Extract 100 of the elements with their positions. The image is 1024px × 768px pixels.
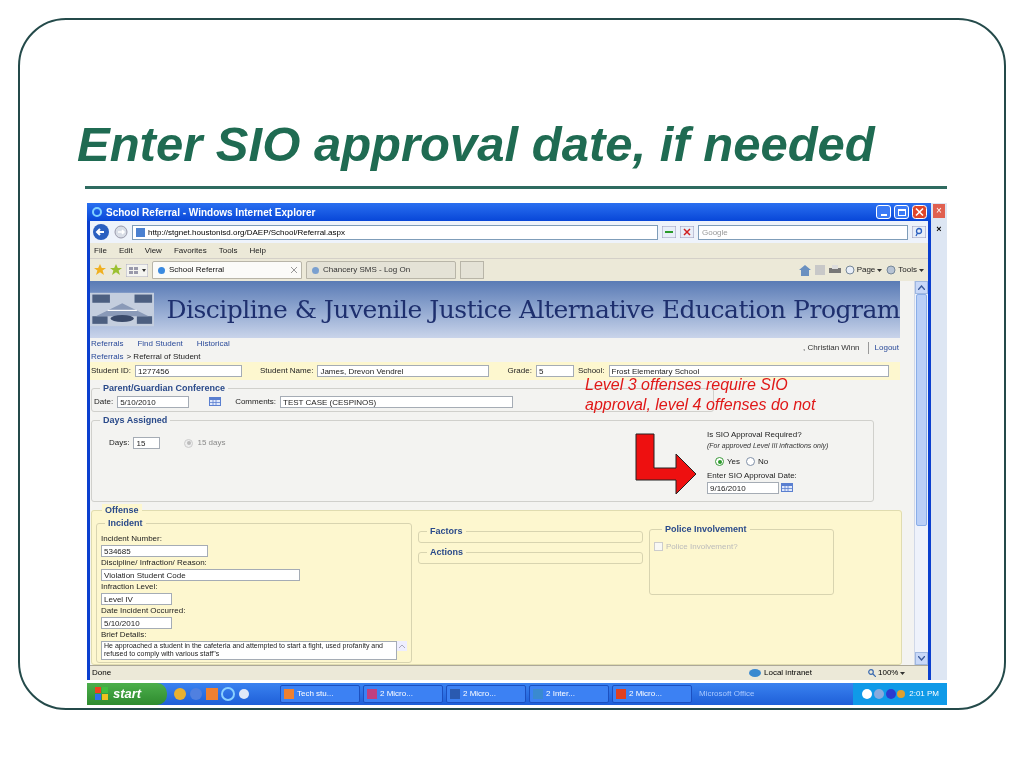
section-legend: Police Involvement <box>662 523 750 537</box>
browser-icon <box>91 206 103 218</box>
taskbar-button[interactable]: 2 Inter... <box>529 685 609 703</box>
section-legend: Actions <box>427 546 466 560</box>
toolbar-label: Microsoft Office <box>699 688 755 700</box>
input-field[interactable]: 534685 <box>101 544 208 557</box>
breadcrumb-current: > Referral of Student <box>126 351 201 363</box>
radio-button[interactable] <box>746 457 756 466</box>
calendar-icon[interactable] <box>781 483 793 492</box>
field-label: Discipline/ Infraction/ Reason: <box>101 556 208 569</box>
logout-link[interactable]: Logout <box>867 342 899 354</box>
windows-logo-icon <box>95 687 109 701</box>
input-field[interactable]: Violation Student Code <box>101 568 300 581</box>
field-label: School: <box>577 365 605 377</box>
banner-title: Discipline & Juvenile Justice Alternative Education Program <box>166 293 900 326</box>
input-field[interactable]: 1277456 <box>135 365 243 377</box>
close-button[interactable]: × <box>936 224 942 234</box>
radio-label: Yes <box>727 455 741 468</box>
field-label: Student Name: <box>260 365 314 377</box>
field-label: Incident Number: <box>101 532 163 545</box>
maximize-button[interactable] <box>894 205 909 219</box>
field-label: Grade: <box>507 365 532 377</box>
status-text: Done <box>91 667 113 679</box>
window-title: School Referral - Windows Internet Explorer <box>106 205 317 220</box>
command-button[interactable]: Tools <box>886 264 924 276</box>
browser-tab[interactable]: Chancery SMS - Log On <box>306 261 456 279</box>
field-label: Brief Details: <box>101 628 148 641</box>
scrollbar[interactable] <box>914 281 928 665</box>
field-label: Enter SIO Approval Date: <box>707 469 798 482</box>
scroll-down-icon[interactable] <box>918 656 925 661</box>
stop-icon[interactable] <box>680 226 694 238</box>
menu-item[interactable]: Help <box>249 244 266 257</box>
browser-tab[interactable]: School Referral <box>152 261 302 279</box>
arrow-icon <box>635 433 697 494</box>
back-icon[interactable] <box>92 223 110 241</box>
field-label: Student ID: <box>91 365 132 377</box>
taskbar-button[interactable]: 2 Micro... <box>612 685 692 703</box>
address-bar[interactable]: http://stgnet.houstonisd.org/DAEP/School/Referral.aspx <box>132 224 658 240</box>
command-button[interactable]: Page <box>844 264 883 276</box>
menu-item[interactable]: Edit <box>118 244 133 257</box>
user-name: , Christian Winn <box>803 342 860 354</box>
caret-icon <box>919 268 924 272</box>
input-field[interactable]: Level IV <box>101 592 172 605</box>
section-legend: Parent/Guardian Conference <box>100 382 229 396</box>
sio-question: Is SIO Approval Required? <box>707 429 803 441</box>
app-icon <box>367 689 377 699</box>
nav-link[interactable]: Historical <box>196 338 230 350</box>
clock: 2:01 PM <box>909 688 939 700</box>
forward-icon[interactable] <box>114 225 128 239</box>
annotation-text: Level 3 offenses require SIO <box>585 376 788 395</box>
radio-button[interactable] <box>715 457 724 466</box>
tab-list-icon[interactable] <box>126 263 148 277</box>
app-icon <box>284 689 294 699</box>
app-icon <box>616 689 626 699</box>
nav-link[interactable]: Find Student <box>137 338 183 350</box>
calendar-icon[interactable] <box>209 397 222 406</box>
taskbar-button[interactable]: 2 Micro... <box>446 685 526 703</box>
radio-label: No <box>758 455 769 468</box>
close-button[interactable] <box>912 205 927 219</box>
menu-item[interactable]: Favorites <box>173 244 207 257</box>
home-icon[interactable] <box>798 264 811 276</box>
search-icon[interactable] <box>912 226 926 238</box>
field-label: Date: <box>94 395 114 408</box>
radio-label: 15 days <box>197 437 226 449</box>
input-field[interactable]: James, Drevon Vendrel <box>317 365 490 377</box>
input-field[interactable]: Frost Elementary School <box>608 365 889 377</box>
menu-item[interactable]: View <box>144 244 162 257</box>
scroll-up-icon[interactable] <box>397 640 407 651</box>
section-legend: Factors <box>427 525 466 539</box>
zone-text: Local intranet <box>764 667 813 679</box>
input-field[interactable]: 9/16/2010 <box>707 481 779 494</box>
input-field[interactable]: 15 <box>133 437 161 449</box>
field-label: Date Incident Occurred: <box>101 604 187 617</box>
star-icon[interactable] <box>110 264 122 276</box>
printer-icon[interactable] <box>828 265 841 275</box>
minimize-button[interactable] <box>876 205 891 219</box>
taskbar-button[interactable]: Tech stu... <box>280 685 360 703</box>
nav-link[interactable]: Referrals <box>91 338 124 350</box>
input-field[interactable]: 5 <box>535 365 574 377</box>
caret-icon <box>900 671 906 675</box>
close-icon[interactable] <box>291 267 297 273</box>
zoom-control[interactable]: 100% <box>868 667 928 679</box>
breadcrumb-link[interactable]: Referrals <box>91 351 124 363</box>
close-button[interactable]: × <box>933 204 945 218</box>
star-icon[interactable] <box>94 264 106 276</box>
field-label: Days: <box>109 437 130 449</box>
menu-item[interactable]: Tools <box>218 244 238 257</box>
section-legend: Incident <box>105 517 146 531</box>
scroll-up-icon[interactable] <box>918 285 925 290</box>
field-label: Infraction Level: <box>101 580 159 593</box>
taskbar-button[interactable]: 2 Micro... <box>363 685 443 703</box>
annotation-text: approval, level 4 offenses do not <box>585 395 816 415</box>
input-field[interactable]: 5/10/2010 <box>117 395 190 408</box>
input-field[interactable]: 5/10/2010 <box>101 616 172 629</box>
slide-title: Enter SIO approval date, if needed <box>77 116 877 173</box>
menu-item[interactable]: File <box>94 244 107 257</box>
zoom-icon <box>868 669 876 677</box>
tray-icons[interactable] <box>861 688 906 700</box>
input-field[interactable]: TEST CASE (CESPINOS) <box>280 395 514 408</box>
app-icon <box>533 689 543 699</box>
